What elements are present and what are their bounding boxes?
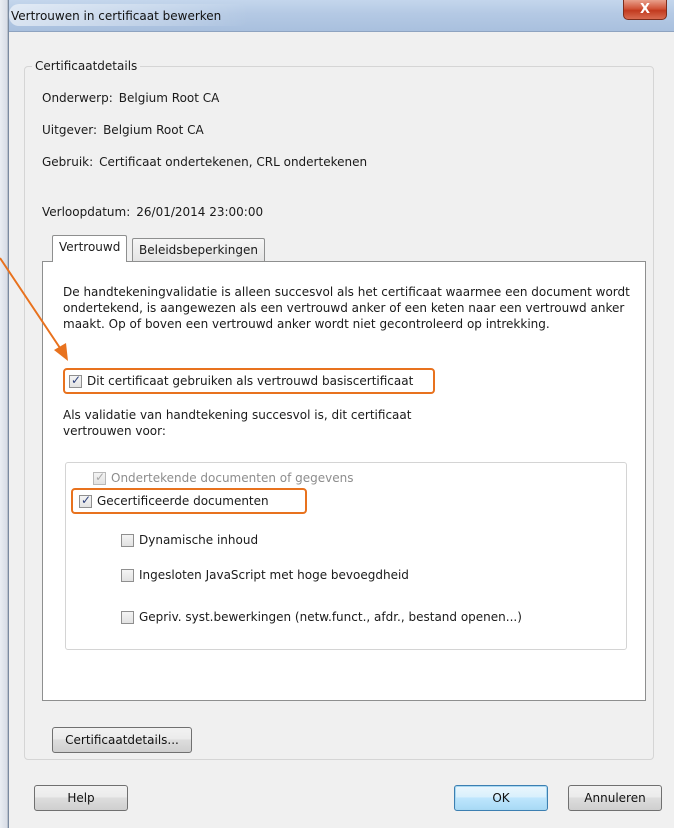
annotation-arrow-icon: [0, 257, 68, 361]
tab-vertrouwd-label: Vertrouwd: [59, 240, 121, 254]
tab-vertrouwd[interactable]: Vertrouwd: [52, 235, 128, 262]
